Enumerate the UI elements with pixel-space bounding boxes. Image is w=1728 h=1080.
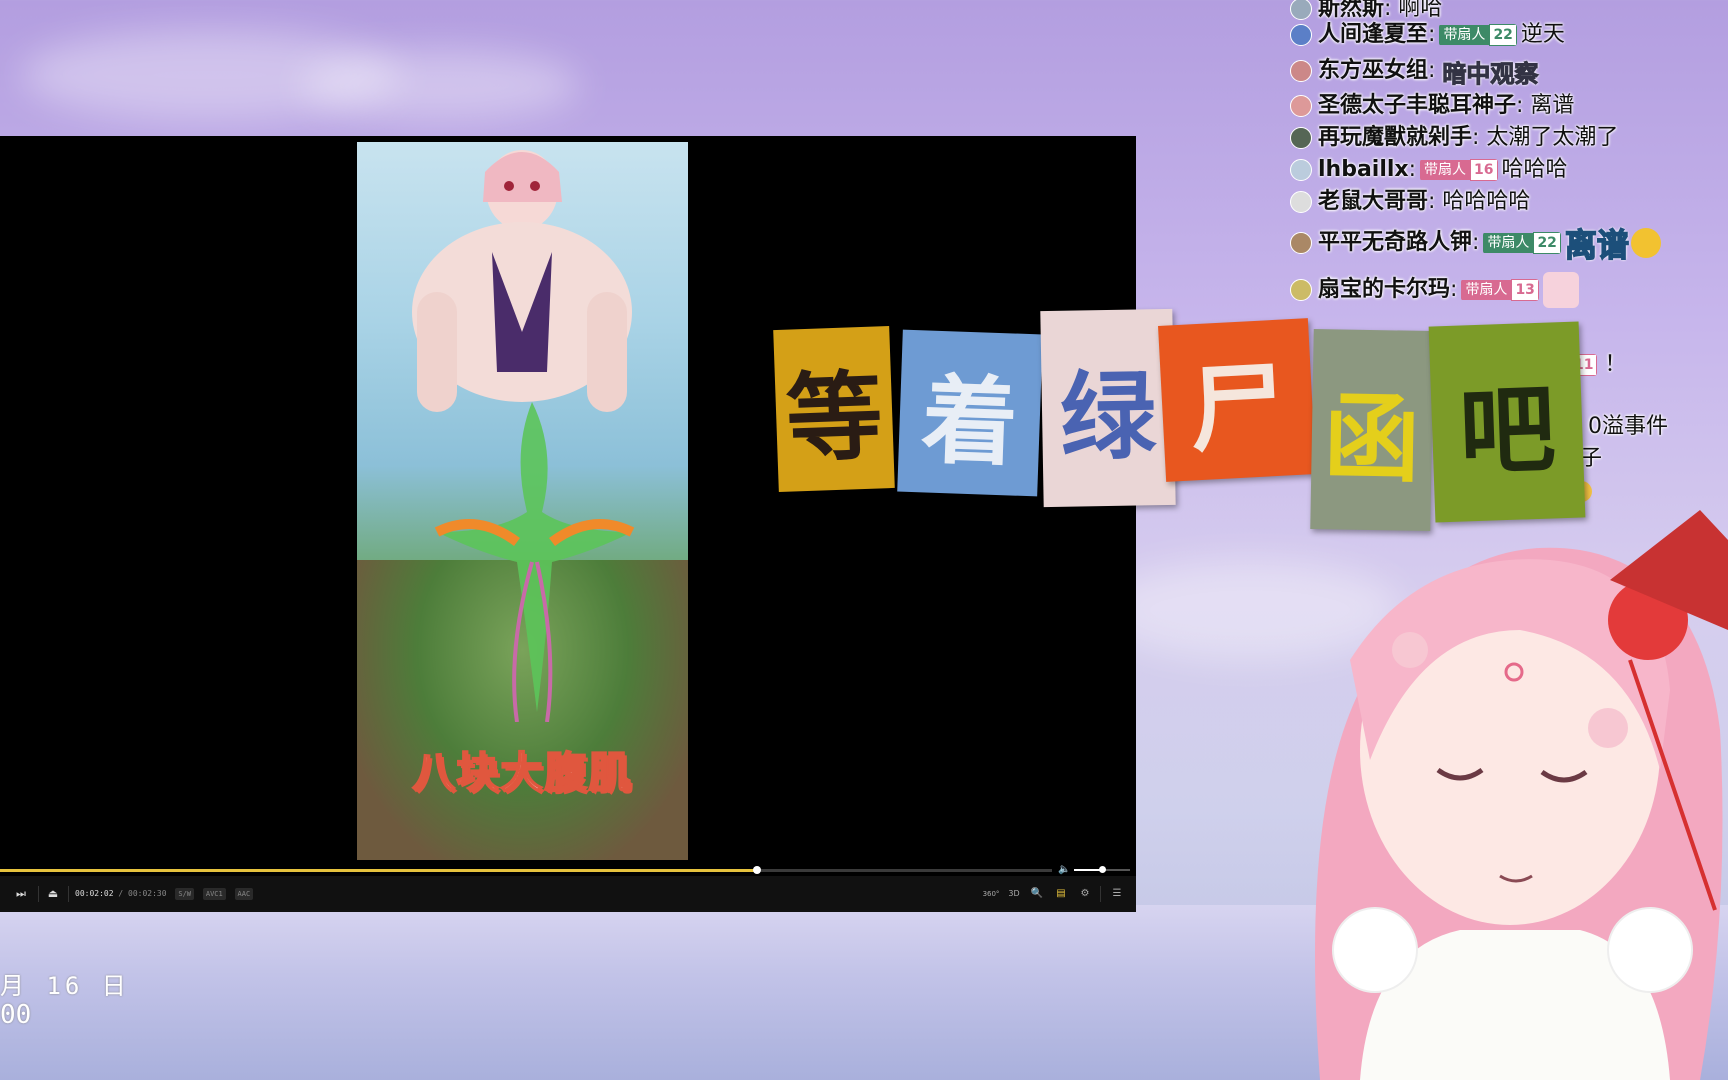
fan-medal: 带扇人 13 xyxy=(1461,279,1539,301)
video-caption: 八块大腹肌 xyxy=(411,747,633,798)
sky-cloud xyxy=(300,50,580,120)
chat-username: 扇宝的卡尔玛 xyxy=(1318,277,1451,302)
time-total: 00:02:30 xyxy=(128,889,167,898)
time-display: 00:02:02 / 00:02:30 S/W AVC1 AAC xyxy=(75,876,254,912)
title-collage: 等 着 绿 尸 函 吧 xyxy=(772,300,1592,532)
chat-username: lhbaillx xyxy=(1318,157,1409,182)
chat-message: 平平无奇路人钾: 带扇人 22 离谱 xyxy=(1290,220,1661,266)
chat-text: 哈哈哈哈 xyxy=(1442,189,1531,214)
time-separator: / xyxy=(118,889,124,898)
gear-icon[interactable]: ⚙ xyxy=(1076,876,1094,912)
seek-bar[interactable] xyxy=(0,866,1052,874)
time-current: 00:02:02 xyxy=(75,889,114,898)
fan-medal: 带扇人 22 xyxy=(1439,24,1517,46)
collage-char: 着 xyxy=(897,329,1043,497)
chat-text: 逆天 xyxy=(1520,22,1565,47)
seek-bar-fill xyxy=(0,869,758,872)
chat-text: 离谱 xyxy=(1564,225,1630,265)
chat-text: 0溢事件 xyxy=(1588,414,1668,439)
volume-control[interactable]: 🔈 xyxy=(1058,864,1132,876)
vtuber-avatar xyxy=(1315,510,1728,1080)
collage-char: 函 xyxy=(1310,328,1434,532)
chat-username: 东方巫女组 xyxy=(1318,58,1429,83)
chat-message: lhbaillx: 带扇人 16 哈哈哈 xyxy=(1290,151,1568,183)
chat-username: 人间逢夏至 xyxy=(1318,22,1429,47)
collage-char: 吧 xyxy=(1428,321,1586,523)
chat-text: 暗中观察 xyxy=(1442,59,1539,88)
chat-message-partial: 0溢事件 xyxy=(1588,408,1668,440)
avatar xyxy=(1290,60,1312,82)
avatar xyxy=(1290,95,1312,117)
video-phoenix xyxy=(434,402,635,722)
chat-username: 圣德太子丰聪耳神子 xyxy=(1318,93,1517,118)
chat-message: 圣德太子丰聪耳神子: 离谱 xyxy=(1290,87,1574,119)
chat-message: 再玩魔獸就剁手: 太潮了太潮了 xyxy=(1290,119,1618,151)
avatar xyxy=(1290,191,1312,213)
date-overlay: 月 16 日 xyxy=(0,972,130,1000)
video-player[interactable]: 八块大腹肌 🔈 ⏭ ⏏ 00:02:02 / 00:02:30 S/W AVC1… xyxy=(0,136,1136,912)
volume-slider[interactable] xyxy=(1074,866,1130,873)
chat-text: 离谱 xyxy=(1530,93,1575,118)
time-overlay: 00 xyxy=(0,1000,32,1030)
laugh-emote-icon xyxy=(1630,228,1661,258)
avatar xyxy=(1290,232,1312,254)
fan-medal: 带扇人 22 xyxy=(1483,232,1561,254)
audio-badge: AAC xyxy=(234,887,254,900)
fan-medal: 带扇人 16 xyxy=(1420,159,1498,181)
format-badge: S/W xyxy=(175,887,195,900)
volume-fill xyxy=(1074,869,1102,871)
eject-icon[interactable]: ⏏ xyxy=(42,876,64,912)
chat-text: 哈哈哈 xyxy=(1501,157,1568,182)
chat-message: 老鼠大哥哥: 哈哈哈哈 xyxy=(1290,183,1530,215)
video-frame[interactable]: 八块大腹肌 xyxy=(357,142,688,860)
speaker-icon[interactable]: 🔈 xyxy=(1058,864,1070,875)
menu-icon[interactable]: ☰ xyxy=(1108,876,1126,912)
collage-char: 绿 xyxy=(1040,308,1176,508)
subtitle-icon[interactable]: ▤ xyxy=(1052,876,1070,912)
codec-badge: AVC1 xyxy=(202,887,226,900)
seek-bar-handle[interactable] xyxy=(753,866,762,874)
volume-handle[interactable] xyxy=(1099,866,1106,873)
chat-message: 人间逢夏至: 带扇人 22 逆天 xyxy=(1290,16,1565,48)
collage-char: 等 xyxy=(773,326,895,492)
chat-username: 再玩魔獸就剁手 xyxy=(1318,125,1473,150)
avatar xyxy=(1290,279,1312,301)
divider xyxy=(68,886,69,902)
chat-username: 平平无奇路人钾 xyxy=(1318,230,1473,255)
avatar xyxy=(1290,159,1312,181)
divider xyxy=(38,886,39,902)
collage-char: 尸 xyxy=(1158,318,1316,482)
chat-text: ！ xyxy=(1604,352,1627,377)
chat-text: 太潮了太潮了 xyxy=(1486,125,1619,150)
chat-username: 老鼠大哥哥 xyxy=(1318,189,1429,214)
control-bar: ⏭ ⏏ 00:02:02 / 00:02:30 S/W AVC1 AAC 360… xyxy=(0,876,1136,912)
360-icon[interactable]: 360° xyxy=(978,876,1004,912)
search-zoom-icon[interactable]: 🔍 xyxy=(1028,876,1046,912)
next-button[interactable]: ⏭ xyxy=(10,876,32,912)
chat-message: 东方巫女组: 暗中观察 xyxy=(1290,52,1539,89)
divider xyxy=(1100,886,1101,902)
avatar xyxy=(1290,127,1312,149)
3d-icon[interactable]: 3D xyxy=(1004,876,1024,912)
avatar xyxy=(1290,24,1312,46)
